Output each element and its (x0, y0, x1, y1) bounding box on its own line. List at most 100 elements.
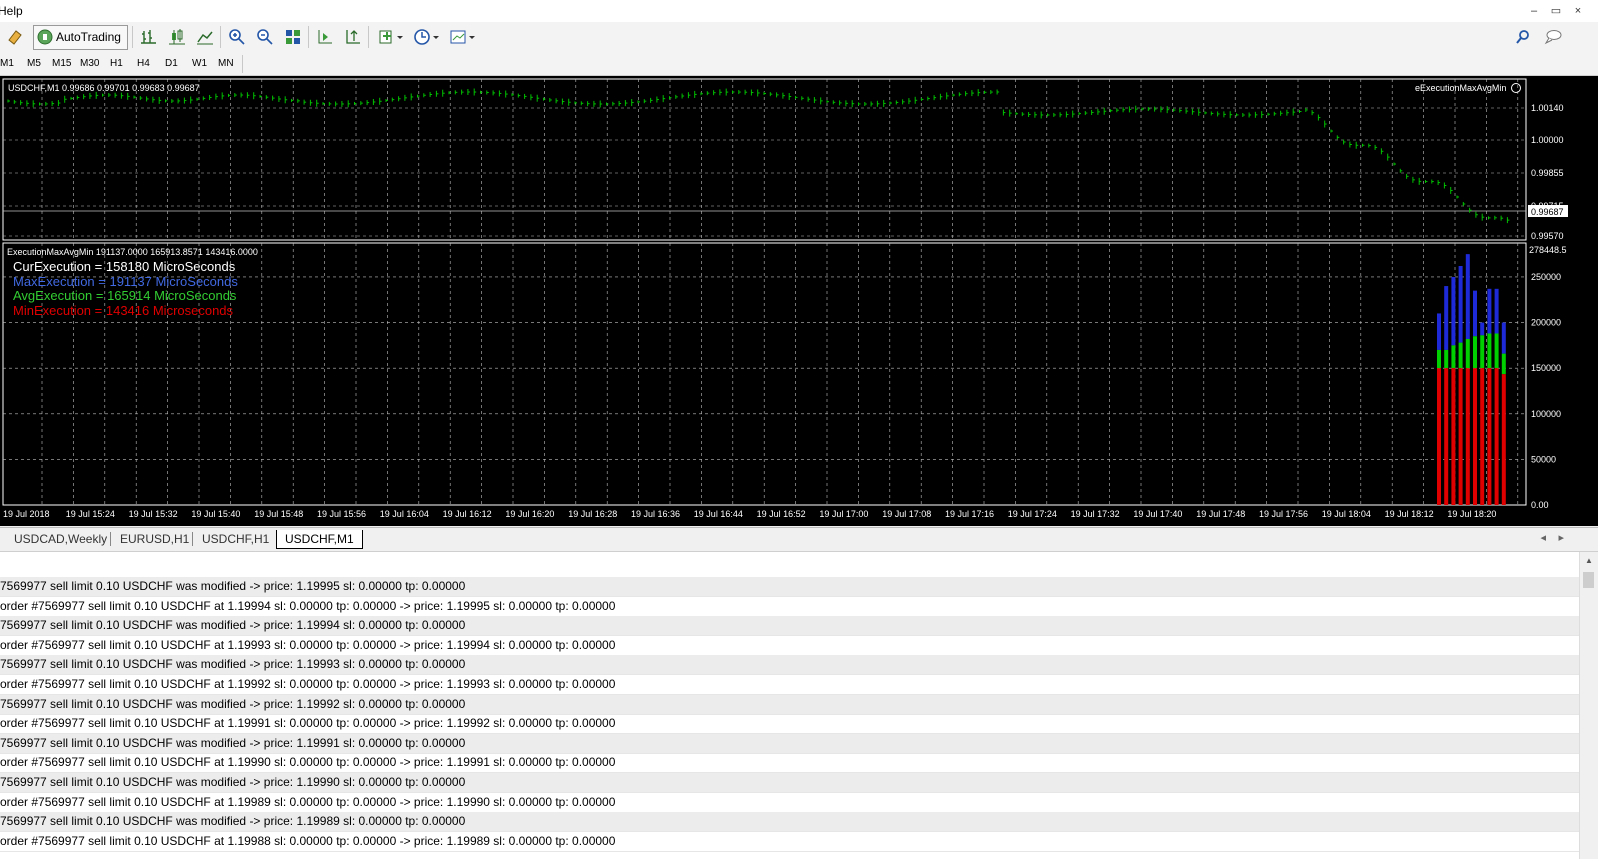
timeframe-m15[interactable]: M15 (52, 58, 71, 69)
bar-avg-execution (1465, 338, 1470, 369)
restore-button[interactable]: ▭ (1548, 3, 1564, 19)
chart-window[interactable]: 1.001401.000000.998550.997150.995700.996… (0, 76, 1598, 526)
bar-max-execution (1501, 322, 1506, 354)
journal-row[interactable]: 7569977 sell limit 0.10 USDCHF was modif… (0, 694, 1580, 715)
chart-header: USDCHF,M1 0.99686 0.99701 0.99683 0.9968… (8, 83, 200, 93)
tile-windows-icon[interactable] (282, 26, 304, 48)
journal-row[interactable]: order #7569977 sell limit 0.10 USDCHF at… (0, 597, 1580, 617)
window-controls: – ▭ × (1526, 3, 1586, 19)
bar-chart-icon[interactable] (138, 26, 160, 48)
bar-avg-execution (1458, 342, 1463, 369)
search-icon[interactable] (1512, 26, 1534, 48)
journal-row[interactable]: order #7569977 sell limit 0.10 USDCHF at… (0, 714, 1580, 735)
bar-max-execution (1480, 322, 1485, 336)
stat-cur-execution: CurExecution = 158180 MicroSeconds (13, 259, 236, 274)
bar-min-execution (1444, 368, 1449, 505)
price-label: 0.99570 (1531, 231, 1564, 241)
bar-max-execution (1473, 290, 1477, 337)
bar-max-execution (1451, 276, 1456, 346)
time-label: 19 Jul 17:16 (945, 509, 994, 519)
bar-avg-execution (1444, 349, 1449, 369)
journal-row[interactable]: order #7569977 sell limit 0.10 USDCHF at… (0, 832, 1580, 852)
tab-scroll-left-icon[interactable]: ◂ (1540, 531, 1546, 544)
time-label: 19 Jul 16:44 (694, 509, 743, 519)
time-label: 19 Jul 2018 (3, 509, 50, 519)
bar-max-execution (1458, 266, 1463, 343)
time-label: 19 Jul 18:12 (1385, 509, 1434, 519)
time-label: 19 Jul 17:56 (1259, 509, 1308, 519)
time-label: 19 Jul 16:28 (568, 509, 617, 519)
timeframe-m1[interactable]: M1 (0, 58, 14, 69)
zoom-in-icon[interactable] (226, 26, 248, 48)
journal-row[interactable]: 7569977 sell limit 0.10 USDCHF was modif… (0, 616, 1580, 637)
bar-avg-execution (1451, 345, 1456, 369)
current-price-label: 0.99687 (1531, 207, 1564, 217)
journal-row[interactable]: 7569977 sell limit 0.10 USDCHF was modif… (0, 773, 1580, 793)
time-label: 19 Jul 17:40 (1133, 509, 1182, 519)
time-label: 19 Jul 17:00 (819, 509, 868, 519)
autotrading-button[interactable]: AutoTrading (33, 25, 128, 50)
time-label: 19 Jul 15:40 (191, 509, 240, 519)
bar-min-execution (1494, 368, 1499, 505)
time-label: 19 Jul 16:52 (757, 509, 806, 519)
chat-icon[interactable] (1542, 26, 1564, 48)
journal-row[interactable]: 7569977 sell limit 0.10 USDCHF was modif… (0, 577, 1580, 597)
time-label: 19 Jul 16:12 (443, 509, 492, 519)
journal-scrollbar[interactable]: ▲ (1579, 552, 1598, 859)
toolbar-separator (132, 26, 133, 48)
timeframe-w1[interactable]: W1 (192, 58, 207, 69)
tab-usdcad-weekly[interactable]: USDCAD,Weekly (14, 530, 107, 548)
line-chart-icon[interactable] (194, 26, 216, 48)
tab-scroll-right-icon[interactable]: ▸ (1558, 531, 1564, 544)
candlestick-icon[interactable] (166, 26, 188, 48)
journal-row[interactable]: 7569977 sell limit 0.10 USDCHF was modif… (0, 655, 1580, 676)
bar-avg-execution (1437, 349, 1441, 369)
timeframe-d1[interactable]: D1 (165, 58, 178, 69)
indicator-bars (1437, 254, 1506, 505)
timeframe-bar: M1 M5 M15 M30 H1 H4 D1 W1 MN (0, 53, 1598, 76)
journal-row[interactable]: 7569977 sell limit 0.10 USDCHF was modif… (0, 733, 1580, 754)
toolbar-separator (220, 26, 221, 48)
chart-tabs: USDCAD,Weekly EURUSD,H1 USDCHF,H1 USDCHF… (0, 527, 1598, 550)
journal-row[interactable]: order #7569977 sell limit 0.10 USDCHF at… (0, 793, 1580, 813)
timeframe-m30[interactable]: M30 (80, 58, 99, 69)
price-label: 0.99855 (1531, 168, 1564, 178)
templates-dropdown-icon[interactable] (448, 26, 478, 48)
toolbar-separator (368, 26, 369, 48)
close-button[interactable]: × (1570, 3, 1586, 19)
tab-separator (110, 532, 111, 546)
tab-usdchf-h1[interactable]: USDCHF,H1 (202, 530, 269, 548)
journal-row[interactable]: order #7569977 sell limit 0.10 USDCHF at… (0, 675, 1580, 695)
stat-min-execution: MinExecution = 143416 Microseconds (13, 303, 234, 318)
indicators-dropdown-icon[interactable] (376, 26, 406, 48)
chart-canvas[interactable]: 1.001401.000000.998550.997150.995700.996… (0, 76, 1598, 526)
autoscroll-icon[interactable] (342, 26, 364, 48)
eraser-icon[interactable] (4, 26, 26, 48)
journal-row[interactable]: order #7569977 sell limit 0.10 USDCHF at… (0, 753, 1580, 774)
menu-bar: Help – ▭ × (0, 0, 1598, 23)
tab-usdchf-m1[interactable]: USDCHF,M1 (276, 530, 363, 549)
indicator-axis-label: 200000 (1531, 318, 1561, 328)
minimize-button[interactable]: – (1526, 3, 1542, 19)
indicator-name-top: eExecutionMaxAvgMin (1415, 83, 1506, 93)
scroll-up-icon[interactable]: ▲ (1585, 556, 1593, 565)
journal-row[interactable]: order #7569977 sell limit 0.10 USDCHF at… (0, 636, 1580, 656)
tab-eurusd-h1[interactable]: EURUSD,H1 (120, 530, 189, 548)
indicator-axis-label: 50000 (1531, 454, 1556, 464)
menu-help[interactable]: Help (0, 4, 23, 18)
timeframe-h1[interactable]: H1 (110, 58, 123, 69)
periods-dropdown-icon[interactable] (412, 26, 442, 48)
chart-shift-icon[interactable] (314, 26, 336, 48)
zoom-out-icon[interactable] (254, 26, 276, 48)
timeframe-h4[interactable]: H4 (137, 58, 150, 69)
bar-min-execution (1501, 374, 1506, 505)
bar-max-execution (1437, 313, 1441, 350)
timeframe-mn[interactable]: MN (218, 58, 234, 69)
bar-min-execution (1487, 368, 1492, 505)
timeframe-m5[interactable]: M5 (27, 58, 41, 69)
time-label: 19 Jul 15:24 (66, 509, 115, 519)
price-label: 1.00000 (1531, 135, 1564, 145)
time-label: 19 Jul 18:20 (1447, 509, 1496, 519)
scroll-thumb[interactable] (1583, 572, 1594, 588)
journal-row[interactable]: 7569977 sell limit 0.10 USDCHF was modif… (0, 812, 1580, 833)
